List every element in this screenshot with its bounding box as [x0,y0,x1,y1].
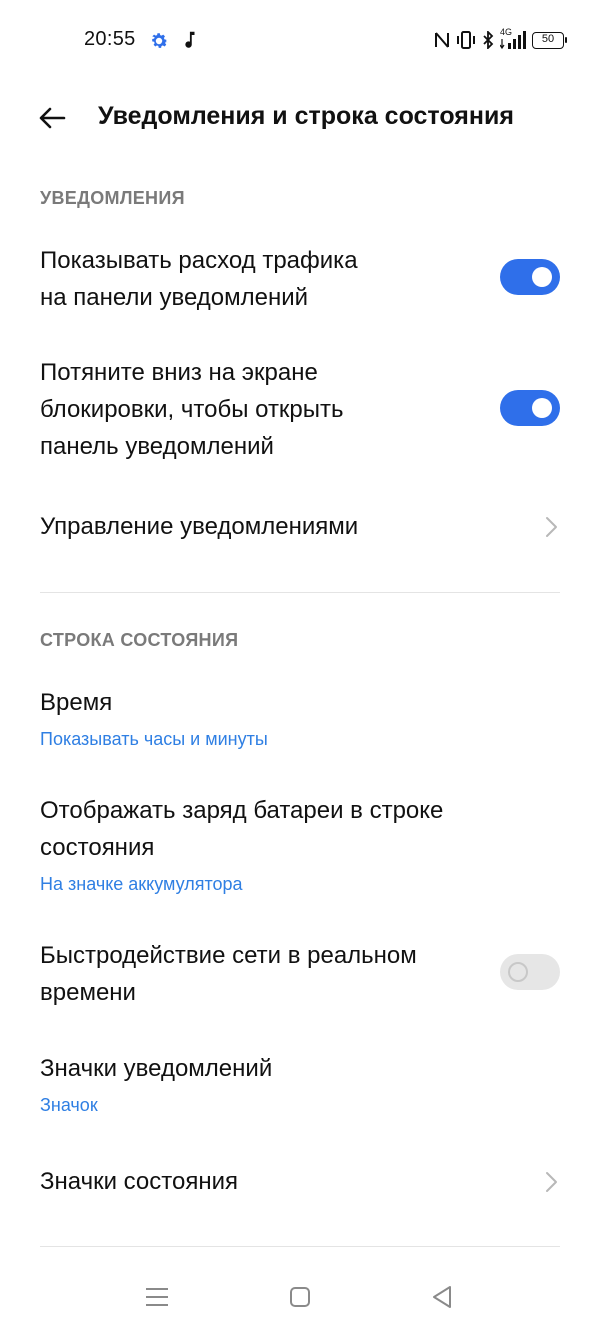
setting-traffic-usage[interactable]: Показывать расход трафика на панели увед… [40,242,560,316]
setting-label-line: Отображать заряд батареи в строке [40,797,444,824]
setting-label: Значки уведомлений [40,1055,273,1082]
setting-label: Время [40,689,113,716]
setting-label-line: Потяните вниз на экране [40,359,318,386]
page-header: Уведомления и строка состояния [0,96,600,140]
menu-icon[interactable] [142,1282,172,1312]
setting-label-line: Показывать расход трафика [40,247,358,274]
setting-battery-display[interactable]: Отображать заряд батареи в строке состоя… [40,792,560,896]
back-triangle-icon[interactable] [428,1282,458,1312]
chevron-right-icon[interactable] [542,515,560,539]
toggle-pulldown-lockscreen[interactable] [500,390,560,426]
nfc-icon [435,32,449,48]
setting-label-line: Быстродействие сети в реальном [40,942,417,969]
bluetooth-icon [483,31,494,49]
setting-label: Управление уведомлениями [40,513,359,540]
gear-icon [152,33,168,48]
status-bar: 20:55 4G 50 [0,0,600,80]
arrow-left-icon[interactable] [36,102,68,134]
setting-label: Значки состояния [40,1168,238,1195]
setting-network-speed[interactable]: Быстродействие сети в реальном времени [40,937,560,1011]
toggle-network-speed[interactable] [500,954,560,990]
status-time: 20:55 [84,28,136,50]
setting-notification-icons[interactable]: Значки уведомлений Значок [40,1050,560,1117]
page-title: Уведомления и строка состояния [98,102,514,130]
chevron-right-icon[interactable] [542,1170,560,1194]
section-title-status-bar: СТРОКА СОСТОЯНИЯ [40,630,239,650]
setting-pulldown-lockscreen[interactable]: Потяните вниз на экране блокировки, чтоб… [40,354,560,465]
music-note-icon [185,31,195,48]
setting-manage-notifications[interactable]: Управление уведомлениями [40,508,560,545]
section-divider [40,592,560,593]
home-square-icon[interactable] [285,1282,315,1312]
setting-value: На значке аккумулятора [40,874,243,894]
battery-level: 50 [541,32,555,45]
signal-icon: 4G [500,27,526,50]
toggle-knob [532,267,552,287]
battery-icon: 50 [532,31,567,49]
setting-status-icons[interactable]: Значки состояния [40,1163,560,1200]
setting-label-line: времени [40,979,136,1006]
setting-label-line: блокировки, чтобы открыть [40,396,344,423]
navigation-bar [0,1270,600,1330]
setting-time[interactable]: Время Показывать часы и минуты [40,684,560,751]
section-title-notifications: УВЕДОМЛЕНИЯ [40,188,185,208]
toggle-knob [532,398,552,418]
status-icons-right: 4G 50 [434,27,567,52]
setting-value: Значок [40,1095,98,1115]
vibrate-icon [457,31,475,49]
setting-label-line: состояния [40,834,155,861]
setting-label-line: на панели уведомлений [40,284,309,311]
toggle-traffic-usage[interactable] [500,259,560,295]
setting-value: Показывать часы и минуты [40,729,268,749]
section-divider [40,1246,560,1247]
setting-label-line: панель уведомлений [40,433,274,460]
toggle-knob [508,962,528,982]
